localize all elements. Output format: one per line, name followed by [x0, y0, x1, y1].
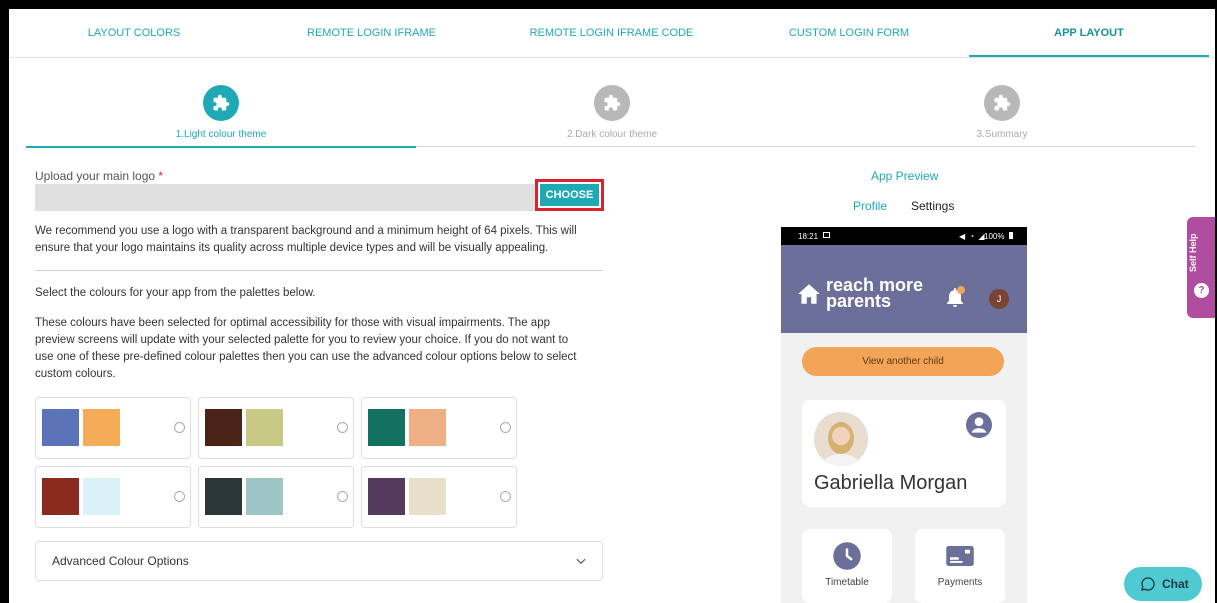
preview-tab-profile[interactable]: Profile — [853, 199, 887, 213]
chat-bubble-icon — [1141, 577, 1155, 591]
image-icon — [823, 232, 830, 238]
phone-preview: 18:21 ◀︎ ◔ ◢ 100% reach more parents J V… — [781, 227, 1027, 603]
account-icon[interactable] — [966, 412, 992, 438]
palette-primary-color — [368, 478, 405, 515]
palette-radio[interactable] — [500, 422, 511, 433]
palette-radio[interactable] — [174, 491, 185, 502]
self-help-tab[interactable]: Self Help ? — [1187, 217, 1215, 318]
self-help-label: Self Help — [1188, 233, 1198, 272]
palette-radio[interactable] — [174, 422, 185, 433]
top-tab-bar: LAYOUT COLORS REMOTE LOGIN IFRAME REMOTE… — [9, 9, 1215, 58]
logo-hint: We recommend you use a logo with a trans… — [35, 223, 605, 257]
choose-button-highlight: CHOOSE — [535, 179, 604, 211]
tab-remote-login-iframe[interactable]: REMOTE LOGIN IFRAME — [264, 9, 479, 57]
app-header: reach more parents J — [781, 245, 1027, 333]
palette-secondary-color — [83, 478, 120, 515]
chat-button[interactable]: Chat — [1124, 567, 1202, 601]
palette-primary-color — [42, 409, 79, 446]
payment-card-icon — [946, 546, 974, 566]
child-profile-card: Gabriella Morgan — [802, 400, 1006, 507]
palette-primary-color — [205, 409, 242, 446]
required-mark: * — [158, 169, 164, 183]
tab-remote-login-iframe-code[interactable]: REMOTE LOGIN IFRAME CODE — [499, 9, 724, 57]
clock-icon — [833, 542, 861, 570]
palette-primary-color — [205, 478, 242, 515]
logo-line: parents — [826, 291, 892, 311]
puzzle-icon — [984, 85, 1020, 121]
accessibility-line: custom colours. — [35, 368, 116, 380]
app-layout-settings-page: LAYOUT COLORS REMOTE LOGIN IFRAME REMOTE… — [9, 9, 1215, 603]
bell-icon[interactable] — [943, 285, 967, 309]
palette-secondary-color — [246, 409, 283, 446]
palette-option-3[interactable] — [361, 397, 517, 459]
step-light-theme[interactable]: 1.Light colour theme — [121, 85, 321, 140]
palette-secondary-color — [409, 409, 446, 446]
tab-app-layout[interactable]: APP LAYOUT — [969, 9, 1209, 57]
advanced-colour-options-accordion[interactable]: Advanced Colour Options — [35, 541, 603, 581]
status-time: 18:21 — [798, 232, 819, 241]
help-icon: ? — [1194, 283, 1209, 298]
timetable-tile[interactable]: Timetable — [802, 529, 892, 603]
palette-radio[interactable] — [337, 491, 348, 502]
divider — [35, 270, 603, 271]
palette-radio[interactable] — [337, 422, 348, 433]
choose-button[interactable]: CHOOSE — [540, 184, 599, 206]
app-preview-title: App Preview — [871, 169, 939, 183]
phone-status-bar: 18:21 ◀︎ ◔ ◢ 100% — [781, 227, 1027, 245]
logo-hint-line: We recommend you use a logo with a trans… — [35, 225, 577, 237]
battery-icon — [1009, 232, 1013, 239]
palette-primary-color — [42, 478, 79, 515]
step-dark-theme[interactable]: 2.Dark colour theme — [512, 85, 712, 140]
step-label: 2.Dark colour theme — [566, 129, 658, 140]
palette-option-4[interactable] — [35, 466, 191, 528]
palette-radio[interactable] — [500, 491, 511, 502]
tab-layout-colors[interactable]: LAYOUT COLORS — [29, 9, 239, 57]
accessibility-line: These colours have been selected for opt… — [35, 317, 550, 329]
tile-label: Payments — [937, 577, 983, 588]
palette-secondary-color — [409, 478, 446, 515]
tile-label: Timetable — [825, 577, 869, 588]
step-label: 3.Summary — [976, 129, 1028, 140]
home-icon — [798, 284, 820, 304]
palette-option-6[interactable] — [361, 466, 517, 528]
chevron-down-icon — [576, 558, 586, 565]
logo-file-field[interactable] — [35, 184, 537, 211]
user-avatar[interactable]: J — [989, 289, 1009, 309]
puzzle-icon — [594, 85, 630, 121]
tab-custom-login-form[interactable]: CUSTOM LOGIN FORM — [739, 9, 959, 57]
step-summary[interactable]: 3.Summary — [902, 85, 1102, 140]
accessibility-text: These colours have been selected for opt… — [35, 315, 605, 383]
palette-primary-color — [368, 409, 405, 446]
puzzle-icon — [203, 85, 239, 121]
upload-label-text: Upload your main logo — [35, 169, 156, 183]
palette-option-2[interactable] — [198, 397, 354, 459]
payments-tile[interactable]: Payments — [915, 529, 1005, 603]
status-battery: 100% — [984, 232, 1005, 241]
palette-option-1[interactable] — [35, 397, 191, 459]
child-photo — [814, 412, 868, 466]
step-label: 1.Light colour theme — [175, 129, 267, 140]
step-progress-track — [416, 146, 1196, 147]
view-another-child-button[interactable]: View another child — [802, 347, 1004, 376]
advanced-colour-options-label: Advanced Colour Options — [52, 554, 189, 568]
upload-logo-label: Upload your main logo * — [35, 169, 163, 183]
step-progress-active — [26, 146, 416, 148]
accessibility-line: use one of these pre-defined colour pale… — [35, 351, 577, 363]
palette-secondary-color — [83, 409, 120, 446]
select-palettes-text: Select the colours for your app from the… — [35, 287, 316, 299]
logo-hint-line: ensure that your logo maintains its qual… — [35, 242, 549, 254]
signal-icon: ◀︎ ◔ ◢ — [959, 232, 986, 241]
child-name: Gabriella Morgan — [814, 472, 968, 494]
palette-secondary-color — [246, 478, 283, 515]
app-logo: reach more parents — [826, 276, 923, 311]
palette-option-5[interactable] — [198, 466, 354, 528]
chat-label: Chat — [1162, 577, 1189, 591]
preview-tab-settings[interactable]: Settings — [911, 199, 954, 213]
accessibility-line: preview screens will update with your se… — [35, 334, 569, 346]
